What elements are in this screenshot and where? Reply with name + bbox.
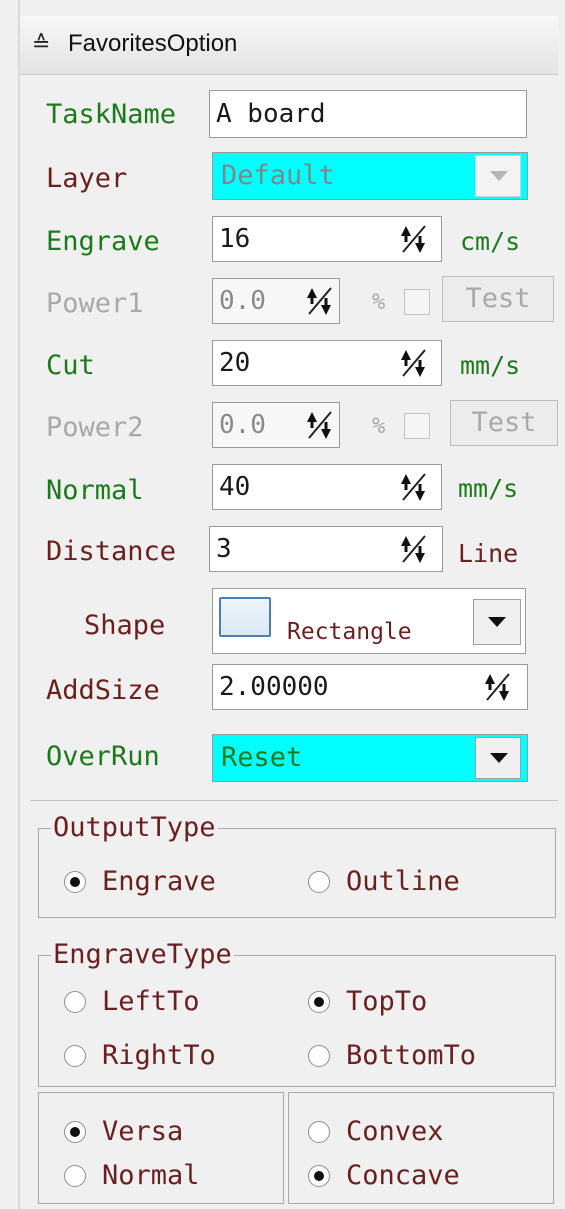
engrave-leftto-label: LeftTo [102, 986, 200, 1017]
direction-normal-label: Normal [102, 1160, 200, 1191]
chevron-down-icon [488, 617, 506, 627]
power1-checkbox[interactable] [404, 289, 430, 315]
engrave-bottomto-label: BottomTo [346, 1040, 477, 1071]
power2-spinner-icon[interactable] [306, 408, 334, 442]
power1-percent-unit: % [372, 290, 386, 315]
overrun-select[interactable]: Reset [212, 734, 528, 782]
engrave-rightto-radio[interactable]: RightTo [64, 1040, 216, 1071]
panel-title: FavoritesOption [68, 30, 238, 57]
engrave-type-legend: EngraveType [51, 939, 234, 970]
distance-spinner-icon[interactable] [400, 532, 428, 566]
chevron-down-icon [490, 753, 508, 763]
chevron-down-icon [490, 171, 508, 181]
layer-select[interactable]: Default [212, 152, 528, 200]
shape-select-value: Rectangle [287, 619, 412, 645]
taskname-input[interactable]: A board [209, 90, 527, 138]
shape-dropdown-button[interactable] [473, 599, 521, 645]
curvature-concave-radio[interactable]: Concave [308, 1160, 460, 1191]
radio-selected-icon [64, 1120, 86, 1143]
direction-normal-radio[interactable]: Normal [64, 1160, 200, 1191]
curvature-convex-label: Convex [346, 1116, 444, 1147]
shape-label: Shape [84, 610, 166, 641]
engrave-speed-unit: cm/s [460, 227, 521, 256]
distance-unit: Line [458, 539, 519, 568]
normal-speed-label: Normal [46, 475, 144, 506]
shape-select[interactable]: Rectangle [212, 588, 526, 654]
direction-versa-label: Versa [102, 1116, 184, 1147]
radio-selected-icon [308, 990, 330, 1013]
overrun-dropdown-button[interactable] [475, 737, 521, 779]
rectangle-shape-icon [219, 597, 271, 637]
engrave-topto-label: TopTo [346, 986, 428, 1017]
output-outline-label: Outline [346, 866, 460, 897]
power1-spinner-icon[interactable] [306, 284, 334, 318]
engrave-leftto-radio[interactable]: LeftTo [64, 986, 200, 1017]
normal-speed-spinner-icon[interactable] [400, 470, 428, 504]
favorites-option-panel: ≙ FavoritesOption TaskName A board Layer… [0, 0, 565, 1209]
cut-speed-unit: mm/s [460, 351, 521, 380]
curvature-convex-radio[interactable]: Convex [308, 1116, 444, 1147]
curvature-concave-label: Concave [346, 1160, 460, 1191]
addsize-input[interactable]: 2.00000 [212, 664, 528, 710]
panel-header[interactable]: ≙ FavoritesOption [20, 16, 558, 75]
output-type-legend: OutputType [51, 812, 218, 843]
power2-label: Power2 [46, 412, 144, 443]
addsize-spinner-icon[interactable] [484, 670, 512, 704]
engrave-rightto-label: RightTo [102, 1040, 216, 1071]
taskname-label: TaskName [46, 99, 177, 130]
engrave-speed-label: Engrave [46, 226, 160, 257]
layer-select-value: Default [221, 160, 335, 191]
engrave-speed-spinner-icon[interactable] [400, 222, 428, 256]
direction-versa-radio[interactable]: Versa [64, 1116, 183, 1147]
power1-label: Power1 [46, 288, 144, 319]
radio-unselected-icon [64, 1164, 86, 1187]
output-engrave-label: Engrave [102, 866, 216, 897]
double-chevron-down-icon[interactable]: ≙ [32, 32, 50, 57]
radio-unselected-icon [308, 1120, 330, 1143]
radio-selected-icon [308, 1164, 330, 1187]
overrun-select-value: Reset [221, 742, 303, 773]
power2-percent-unit: % [372, 414, 386, 439]
engrave-topto-radio[interactable]: TopTo [308, 986, 427, 1017]
distance-label: Distance [46, 536, 177, 567]
cut-speed-label: Cut [46, 350, 95, 381]
cut-speed-spinner-icon[interactable] [400, 346, 428, 380]
power1-test-button[interactable]: Test [442, 276, 554, 322]
layer-label: Layer [46, 163, 128, 194]
radio-unselected-icon [308, 1044, 330, 1067]
output-outline-radio[interactable]: Outline [308, 866, 460, 897]
panel-left-border [18, 0, 20, 1209]
power2-test-button[interactable]: Test [450, 400, 558, 446]
radio-unselected-icon [308, 870, 330, 893]
layer-dropdown-button[interactable] [475, 155, 521, 197]
radio-unselected-icon [64, 990, 86, 1013]
addsize-label: AddSize [46, 675, 160, 706]
radio-selected-icon [64, 870, 86, 893]
output-engrave-radio[interactable]: Engrave [64, 866, 216, 897]
power2-checkbox[interactable] [404, 413, 430, 439]
engrave-bottomto-radio[interactable]: BottomTo [308, 1040, 476, 1071]
normal-speed-unit: mm/s [458, 474, 519, 503]
radio-unselected-icon [64, 1044, 86, 1067]
overrun-label: OverRun [46, 741, 160, 772]
